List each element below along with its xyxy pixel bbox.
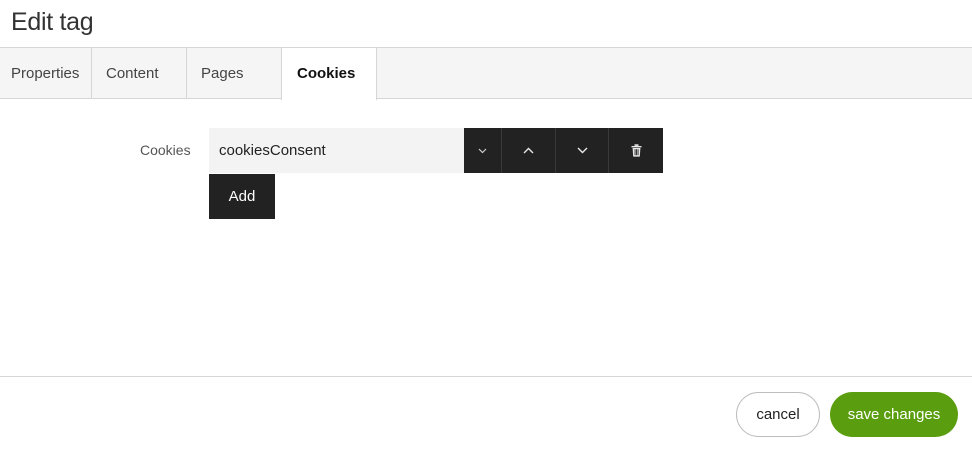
tab-properties[interactable]: Properties <box>0 48 92 99</box>
chevron-down-icon <box>478 148 487 153</box>
tab-cookies[interactable]: Cookies <box>281 48 377 100</box>
dropdown-button[interactable] <box>464 128 501 173</box>
move-up-button[interactable] <box>501 128 555 173</box>
tab-bar: Properties Content Pages Cookies <box>0 47 972 100</box>
chevron-down-icon <box>577 147 587 154</box>
move-down-button[interactable] <box>555 128 608 173</box>
page-title: Edit tag <box>11 8 94 36</box>
cookie-value-input[interactable] <box>209 128 464 173</box>
chevron-up-icon <box>523 147 534 154</box>
cookies-field-label: Cookies <box>140 142 191 158</box>
save-changes-button[interactable]: save changes <box>830 392 958 437</box>
tab-content[interactable]: Content <box>92 48 187 99</box>
trash-icon <box>631 144 641 157</box>
footer-divider <box>0 376 972 377</box>
tab-pages[interactable]: Pages <box>187 48 282 99</box>
delete-button[interactable] <box>608 128 663 173</box>
cancel-button[interactable]: cancel <box>736 392 820 437</box>
add-cookie-button[interactable]: Add <box>209 174 275 219</box>
